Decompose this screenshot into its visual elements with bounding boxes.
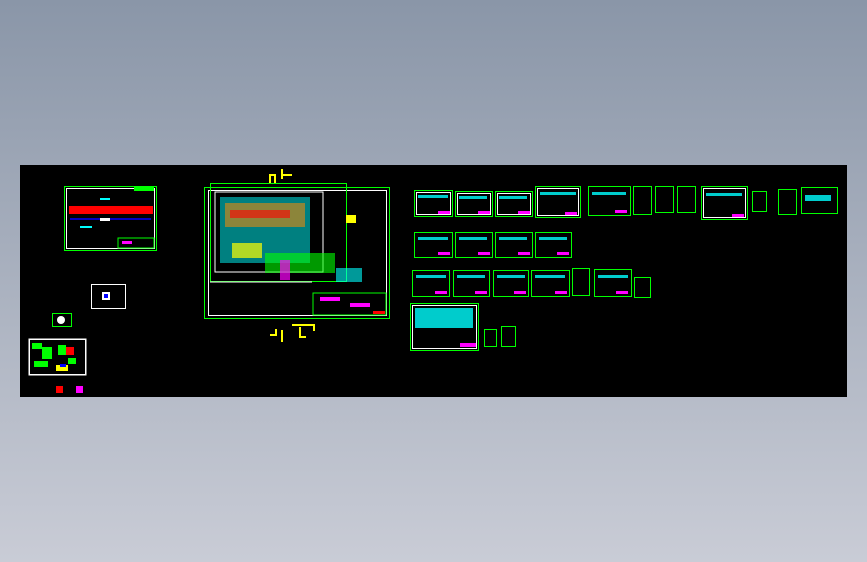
sheet-cover[interactable] [64, 186, 157, 251]
sheet-small-detail[interactable] [91, 284, 126, 309]
magenta-marker [76, 386, 83, 393]
cad-model-space[interactable] [20, 165, 847, 397]
red-marker [56, 386, 63, 393]
drawing-sheets [28, 169, 838, 393]
sheet-layout-plan[interactable] [28, 338, 87, 376]
sheet-main-assembly[interactable] [204, 169, 390, 342]
sheet-icon-detail[interactable] [52, 313, 72, 327]
